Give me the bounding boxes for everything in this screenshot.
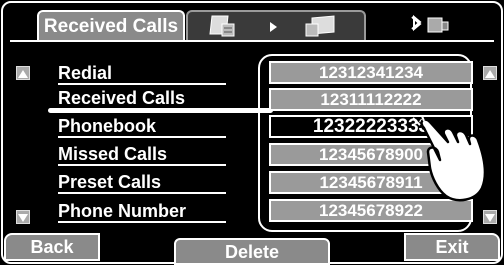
delete-button[interactable]: Delete	[174, 238, 330, 265]
bluetooth-icon	[411, 14, 422, 32]
menu-item-phone-number[interactable]: Phone Number	[58, 201, 226, 223]
pointing-hand-icon	[412, 116, 487, 202]
page-title: Received Calls	[43, 16, 179, 37]
menu-item-missed-calls[interactable]: Missed Calls	[58, 144, 226, 166]
right-scroll-up-button[interactable]	[483, 66, 497, 80]
phone-icon	[209, 15, 235, 37]
number-row[interactable]: 12312341234	[269, 61, 473, 84]
header-divider	[10, 40, 494, 42]
back-button[interactable]: Back	[4, 233, 100, 261]
menu-item-received-calls[interactable]: Received Calls	[58, 88, 226, 110]
left-scroll-up-button[interactable]	[16, 66, 30, 80]
menu-item-phonebook[interactable]: Phonebook	[58, 116, 226, 138]
right-arrow-icon	[270, 22, 277, 32]
battery-icon	[427, 17, 449, 33]
menu-item-preset-calls[interactable]: Preset Calls	[58, 172, 226, 194]
device-icon	[305, 15, 335, 37]
down-arrow-icon	[18, 214, 28, 222]
up-arrow-icon	[18, 70, 28, 78]
right-scroll-down-button[interactable]	[483, 210, 497, 224]
menu-item-redial[interactable]: Redial	[58, 63, 226, 85]
source-icons	[209, 15, 335, 37]
number-row[interactable]: 12311112222	[269, 88, 473, 111]
phone-screen: Received Calls Redial Received Calls Pho…	[0, 0, 504, 265]
selection-indicator	[48, 108, 273, 113]
up-arrow-icon	[485, 70, 495, 78]
title-tab: Received Calls	[37, 10, 185, 40]
down-arrow-icon	[485, 214, 495, 222]
source-tab[interactable]	[186, 10, 366, 40]
left-scroll-down-button[interactable]	[16, 210, 30, 224]
exit-button[interactable]: Exit	[404, 233, 500, 261]
status-area	[404, 12, 474, 36]
